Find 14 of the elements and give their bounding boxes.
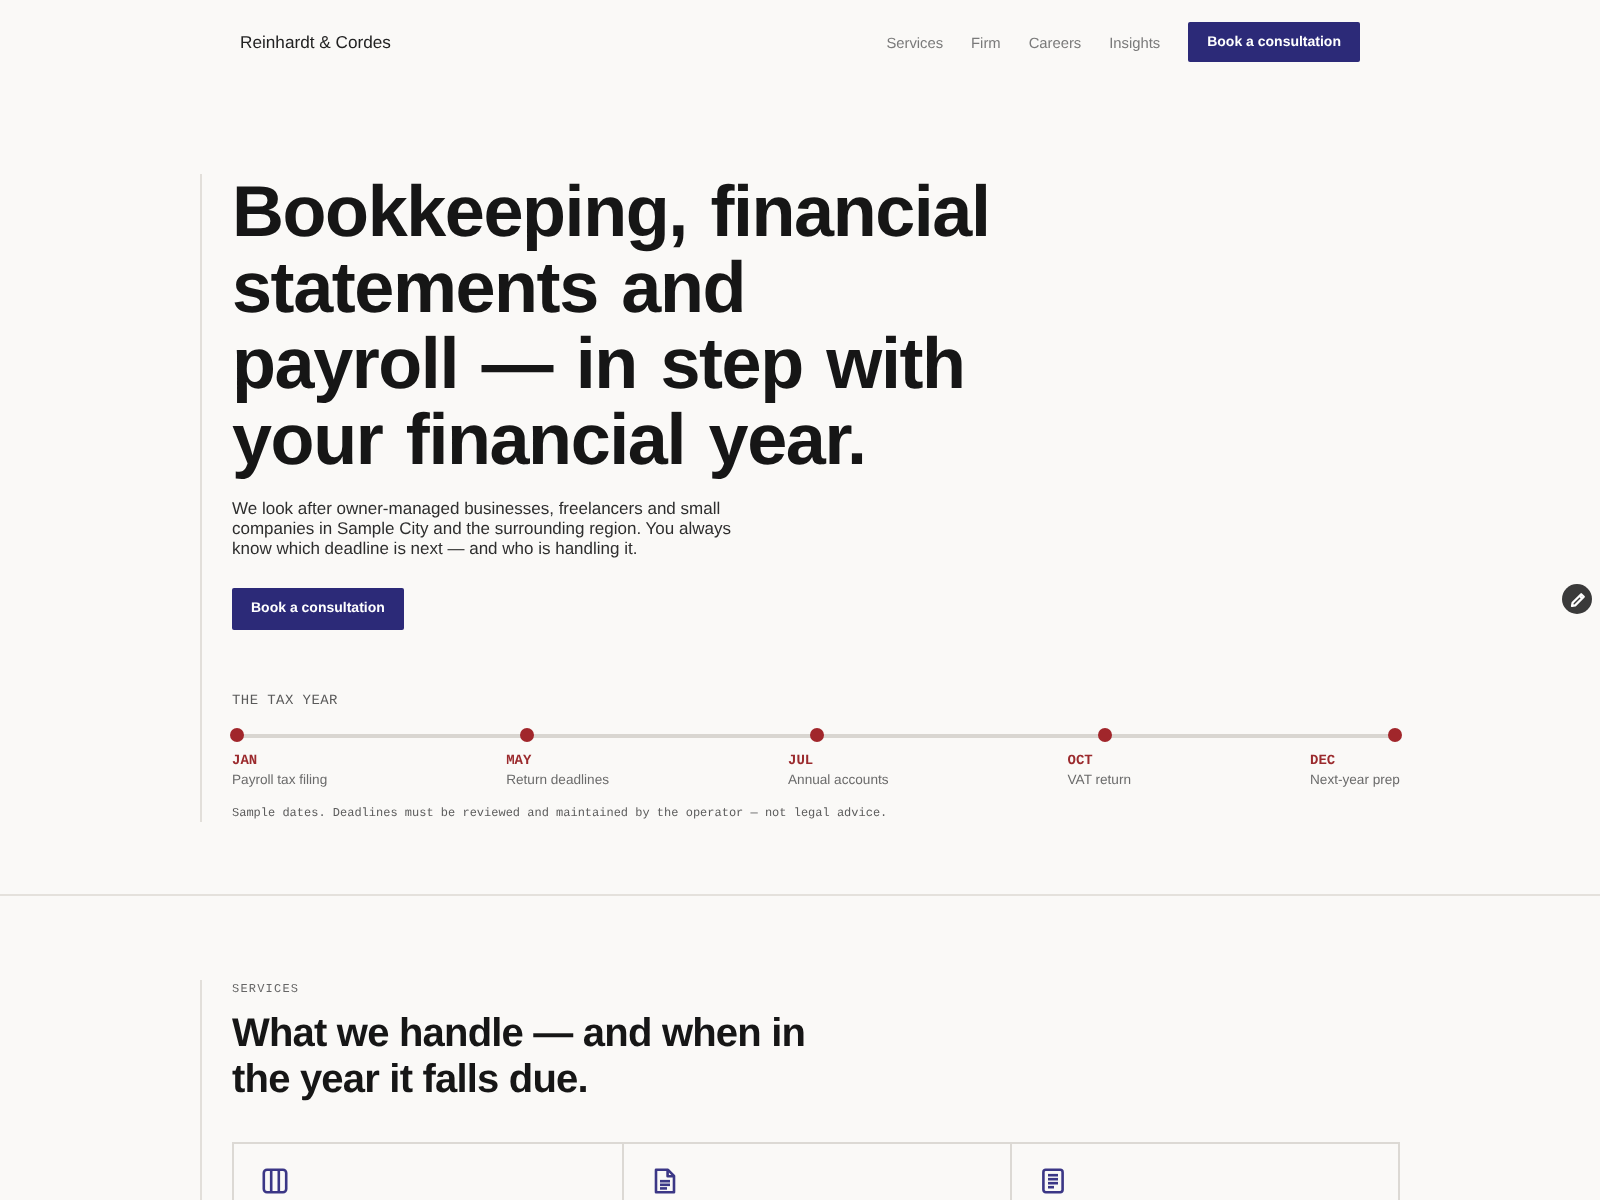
hero-headline: Bookkeeping, financial statements and payroll — in step with your financial year. [232, 174, 992, 478]
hero-intro: We look after owner-managed businesses, freelancers and small companies in Sample City and the surrounding region. You always know which deadline is next — and who is handling it. [232, 498, 733, 558]
milestone-dot-icon [1388, 728, 1402, 742]
columns-icon [262, 1168, 288, 1194]
milestone-dot-icon [230, 728, 244, 742]
receipt-icon [1040, 1168, 1067, 1194]
milestone-dot-icon [809, 728, 823, 742]
pencil-icon [1569, 591, 1585, 607]
milestone-dot-icon [1098, 728, 1113, 742]
milestone-dot-icon [519, 728, 534, 742]
section-heading: What we handle — and when in the year it falls due. [232, 1012, 808, 1104]
edit-button[interactable] [1562, 584, 1592, 614]
document-icon [651, 1168, 678, 1194]
brand-name: Reinhardt & Cordes [240, 32, 391, 52]
